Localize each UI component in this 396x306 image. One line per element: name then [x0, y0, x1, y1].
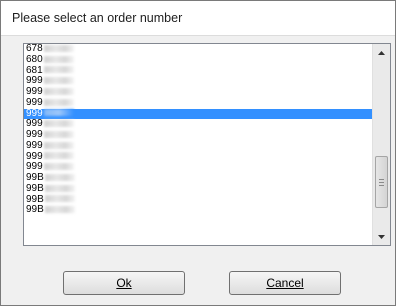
redacted-digits	[43, 109, 74, 117]
order-number-listbox[interactable]: 678 680 681 999 999 999 999 999 999 999 999 999 99B 9…	[23, 43, 391, 246]
list-item-label: 999	[26, 96, 43, 108]
list-item-label: 99B	[26, 204, 44, 216]
redacted-digits	[43, 141, 74, 149]
list-item[interactable]: 680	[24, 53, 373, 66]
list-item[interactable]: 999	[24, 118, 373, 130]
list-item-label: 678	[26, 44, 43, 54]
list-item[interactable]: 99B	[24, 204, 373, 216]
dialog-title: Please select an order number	[12, 11, 183, 25]
list-item[interactable]: 99B	[24, 172, 373, 184]
list-item-label: 999	[26, 161, 43, 173]
list-item[interactable]: 999	[24, 161, 373, 173]
redacted-digits	[43, 87, 74, 95]
redacted-digits	[43, 98, 74, 106]
redacted-digits	[44, 206, 75, 214]
list-item[interactable]: 99B	[24, 182, 373, 195]
redacted-digits	[44, 184, 75, 192]
scroll-down-button[interactable]	[373, 228, 390, 245]
cancel-button-label: Cancel	[266, 276, 304, 290]
list-item-label: 999	[26, 129, 43, 140]
list-item-label: 99B	[26, 193, 44, 205]
list-item-label: 680	[26, 53, 43, 65]
list-item-label: 681	[26, 64, 43, 76]
redacted-digits	[43, 152, 74, 160]
list-item[interactable]: 999	[24, 75, 373, 87]
list-item[interactable]: 999	[24, 96, 373, 109]
list-item-label: 999	[26, 75, 43, 87]
list-item-label: 999	[26, 107, 43, 119]
list-item[interactable]: 681	[24, 64, 373, 77]
list-item[interactable]: 999	[24, 107, 373, 120]
grip-icon	[379, 179, 384, 186]
list-item-label: 99B	[26, 182, 44, 194]
order-number-list[interactable]: 678 680 681 999 999 999 999 999 999 999 999 999 99B 9…	[24, 44, 373, 245]
list-item[interactable]: 999	[24, 139, 373, 152]
redacted-digits	[43, 77, 74, 85]
list-item-label: 999	[26, 86, 43, 97]
cancel-button[interactable]: Cancel	[229, 271, 341, 295]
list-item-label: 999	[26, 118, 43, 130]
arrow-up-icon	[378, 50, 385, 55]
list-item-label: 999	[26, 139, 43, 151]
order-select-dialog: Please select an order number 678 680 681 9…	[0, 0, 396, 306]
vertical-scrollbar[interactable]	[372, 44, 390, 245]
list-item[interactable]: 999	[24, 150, 373, 163]
scroll-up-button[interactable]	[373, 44, 390, 61]
redacted-digits	[43, 120, 74, 128]
redacted-digits	[43, 44, 74, 52]
redacted-digits	[43, 130, 74, 138]
title-bar: Please select an order number	[1, 1, 395, 36]
list-item[interactable]: 99B	[24, 193, 373, 206]
list-item-label: 999	[26, 150, 43, 162]
arrow-down-icon	[378, 234, 385, 239]
redacted-digits	[44, 173, 75, 181]
redacted-digits	[43, 66, 74, 74]
list-item[interactable]: 999	[24, 129, 373, 141]
list-item[interactable]: 678	[24, 44, 373, 55]
list-item[interactable]: 999	[24, 86, 373, 98]
list-item-label: 99B	[26, 172, 44, 183]
ok-button-label: Ok	[116, 276, 132, 290]
ok-button[interactable]: Ok	[63, 271, 185, 295]
redacted-digits	[44, 195, 75, 203]
redacted-digits	[43, 163, 74, 171]
scrollbar-thumb[interactable]	[375, 156, 388, 208]
redacted-digits	[43, 55, 74, 63]
